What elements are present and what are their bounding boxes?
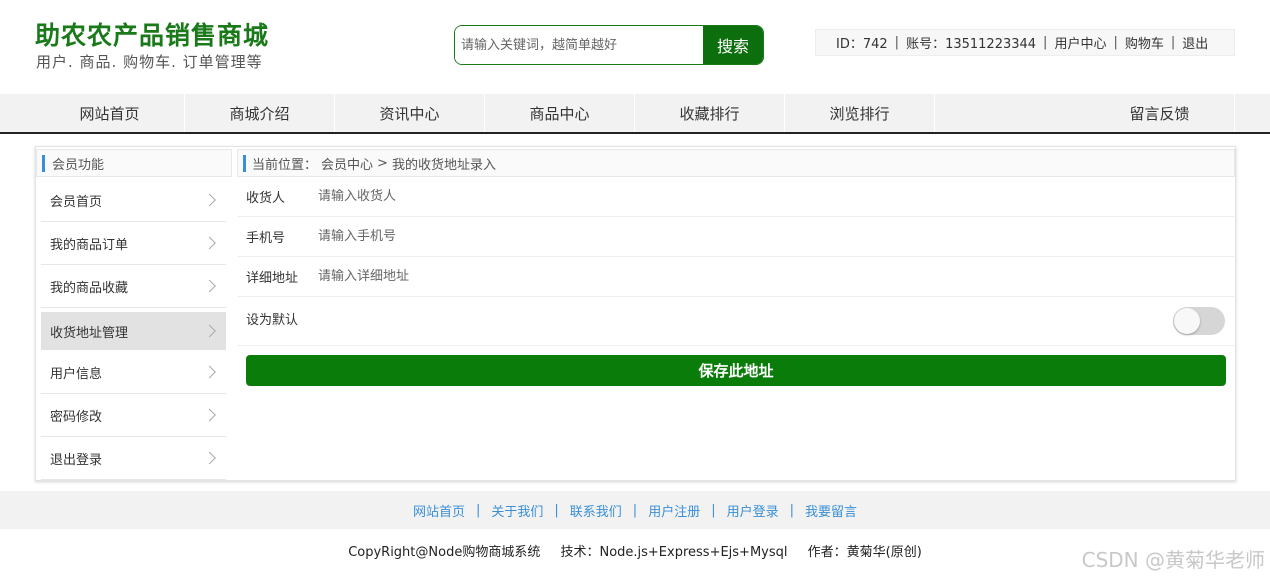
member-panel: 会员功能 会员首页 我的商品订单 我的商品收藏 收货地址管理 用户信息 密码修改… — [35, 146, 1236, 481]
separator: | — [1113, 35, 1118, 50]
chevron-right-icon — [203, 324, 216, 338]
sidebar-item-label: 用户信息 — [50, 366, 103, 382]
nav-item-news[interactable]: 资讯中心 — [335, 94, 485, 132]
footer-link-register[interactable]: 用户注册 — [648, 501, 700, 520]
footer-separator: | — [789, 502, 794, 518]
address-label: 详细地址 — [246, 271, 299, 286]
address-input[interactable] — [318, 269, 918, 284]
address-form: 收货人 手机号 详细地址 设为默认 保存此地址 — [237, 177, 1235, 386]
address-row: 详细地址 — [237, 257, 1235, 297]
nav-item-products[interactable]: 商品中心 — [485, 94, 635, 132]
chevron-right-icon — [203, 408, 216, 422]
phone-label: 手机号 — [246, 231, 286, 246]
chevron-right-icon — [203, 279, 216, 293]
toggle-knob — [1174, 308, 1200, 334]
tech-stack: 技术：Node.js+Express+Ejs+Mysql — [560, 545, 788, 560]
nav-item-views-rank[interactable]: 浏览排行 — [785, 94, 935, 132]
chevron-right-icon — [203, 236, 216, 250]
footer-link-about[interactable]: 关于我们 — [491, 501, 543, 520]
breadcrumb-prefix: 当前位置： — [252, 157, 318, 173]
receiver-row: 收货人 — [237, 177, 1235, 217]
copyright-text: CopyRight@Node购物商城系统 — [348, 545, 541, 560]
sidebar-item-label: 会员首页 — [50, 194, 103, 210]
sidebar-item-user-info[interactable]: 用户信息 — [41, 351, 226, 394]
cart-link[interactable]: 购物车 — [1125, 33, 1164, 52]
chevron-right-icon — [203, 451, 216, 465]
sidebar-item-password[interactable]: 密码修改 — [41, 394, 226, 437]
save-address-button[interactable]: 保存此地址 — [246, 355, 1226, 386]
search-button[interactable]: 搜索 — [703, 26, 763, 64]
nav-item-feedback[interactable]: 留言反馈 — [1085, 94, 1235, 132]
user-center-link[interactable]: 用户中心 — [1054, 33, 1106, 52]
user-bar: ID：742 | 账号：13511223344 | 用户中心 | 购物车 | 退… — [815, 29, 1235, 56]
sidebar-item-address[interactable]: 收货地址管理 — [41, 312, 226, 351]
footer-link-login[interactable]: 用户登录 — [727, 501, 779, 520]
sidebar-item-label: 收货地址管理 — [50, 325, 129, 341]
sidebar-item-favorites[interactable]: 我的商品收藏 — [41, 265, 226, 308]
separator: | — [1043, 35, 1048, 50]
separator: | — [894, 35, 900, 50]
breadcrumb-current: 我的收货地址录入 — [391, 157, 496, 173]
breadcrumb-arrow: > — [377, 155, 388, 171]
header: 助农农产品销售商城 用户. 商品. 购物车. 订单管理等 搜索 ID：742 |… — [0, 0, 1270, 94]
site-title[interactable]: 助农农产品销售商城 — [35, 16, 269, 52]
chevron-right-icon — [203, 365, 216, 379]
sidebar-item-orders[interactable]: 我的商品订单 — [41, 222, 226, 265]
footer-separator: | — [475, 502, 481, 518]
nav-item-home[interactable]: 网站首页 — [35, 94, 185, 132]
footer-link-home[interactable]: 网站首页 — [413, 501, 465, 520]
watermark: CSDN @黄菊华老师 — [1081, 548, 1265, 572]
footer-separator: | — [554, 502, 559, 518]
sidebar-item-logout[interactable]: 退出登录 — [41, 437, 226, 480]
footer-links: 网站首页 | 关于我们 | 联系我们 | 用户注册 | 用户登录 | 我要留言 — [0, 491, 1270, 529]
breadcrumb: 当前位置： 会员中心 > 我的收货地址录入 — [237, 149, 1235, 177]
sidebar-item-label: 我的商品收藏 — [50, 280, 129, 296]
copyright: CopyRight@Node购物商城系统 技术：Node.js+Express+… — [0, 541, 1270, 560]
account-number: 账号：13511223344 — [906, 37, 1037, 52]
site-subtitle: 用户. 商品. 购物车. 订单管理等 — [36, 53, 263, 71]
footer-separator: | — [711, 502, 716, 518]
search-box: 搜索 — [454, 25, 764, 65]
breadcrumb-member-center[interactable]: 会员中心 — [321, 154, 373, 173]
sidebar-menu: 会员首页 我的商品订单 我的商品收藏 收货地址管理 用户信息 密码修改 退出登录 — [41, 179, 226, 480]
author: 作者：黄菊华(原创) — [807, 545, 922, 560]
footer-separator: | — [632, 502, 638, 518]
receiver-input[interactable] — [318, 189, 918, 204]
sidebar-heading: 会员功能 — [36, 149, 232, 177]
phone-row: 手机号 — [237, 217, 1235, 257]
sidebar-item-label: 我的商品订单 — [50, 237, 129, 253]
main-nav: 网站首页 商城介绍 资讯中心 商品中心 收藏排行 浏览排行 留言反馈 — [0, 94, 1270, 134]
chevron-right-icon — [203, 193, 216, 207]
sidebar-item-member-home[interactable]: 会员首页 — [41, 179, 226, 222]
user-id: ID：742 — [836, 37, 888, 52]
nav-item-favorites-rank[interactable]: 收藏排行 — [635, 94, 785, 132]
sidebar-item-label: 密码修改 — [50, 409, 103, 425]
logout-link[interactable]: 退出 — [1182, 33, 1208, 52]
sidebar-item-label: 退出登录 — [50, 452, 103, 468]
footer-link-message[interactable]: 我要留言 — [805, 501, 857, 520]
separator: | — [1170, 35, 1176, 50]
footer-link-contact[interactable]: 联系我们 — [570, 501, 622, 520]
default-label: 设为默认 — [246, 313, 299, 328]
default-toggle[interactable] — [1173, 307, 1225, 335]
nav-item-about[interactable]: 商城介绍 — [185, 94, 335, 132]
default-row: 设为默认 — [237, 297, 1235, 346]
search-input[interactable] — [455, 26, 703, 64]
phone-input[interactable] — [318, 229, 918, 244]
receiver-label: 收货人 — [246, 191, 286, 206]
